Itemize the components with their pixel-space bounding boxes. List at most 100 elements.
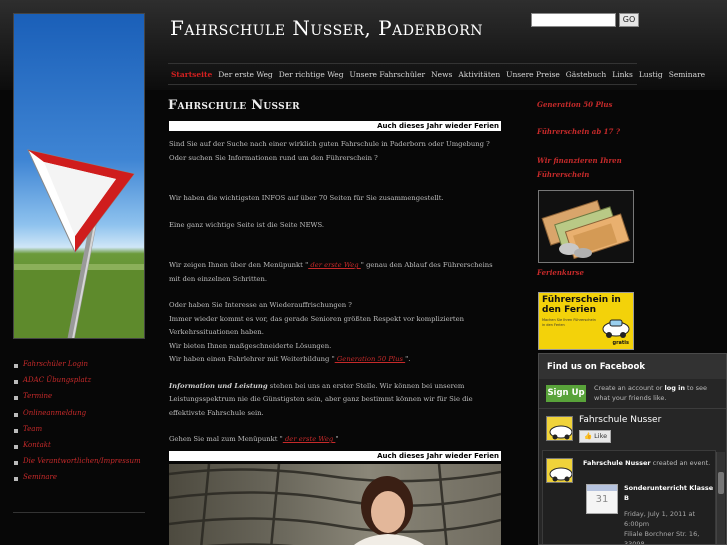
sidebar-item-label[interactable]: ADAC Übungsplatz (23, 376, 91, 384)
fuehrerschein-ab-17-link[interactable]: Führerschein ab 17 ? (537, 127, 620, 136)
bullet-icon (14, 396, 18, 401)
facebook-divider (539, 408, 726, 409)
intro-paragraph: Sind Sie auf der Suche nach einer wirkli… (169, 138, 506, 165)
nav-item-der-erste-weg[interactable]: Der erste Weg (215, 70, 275, 79)
bullet-icon (14, 428, 18, 433)
bullet-icon (14, 444, 18, 449)
main-content: Fahrschule Nusser Auch dieses Jahr wiede… (168, 98, 506, 545)
calendar-icon: 31 (586, 484, 618, 514)
nav-item-der-richtige-weg[interactable]: Der richtige Weg (276, 70, 347, 79)
nav-item-gaestebuch[interactable]: Gästebuch (563, 70, 609, 79)
sidebar-item-team[interactable]: Team (14, 425, 144, 441)
facebook-page-name[interactable]: Fahrschule Nusser (579, 415, 661, 425)
sidebar-item-label[interactable]: Kontakt (23, 441, 51, 449)
text-fragment: Wir bieten Ihnen maßgeschneiderte Lösung… (169, 341, 332, 350)
ticker-text: Auch dieses Jahr wieder Ferien (377, 451, 499, 460)
intro-line-2: Oder suchen Sie Informationen rund um de… (169, 153, 378, 162)
news-ticker[interactable]: Auch dieses Jahr wieder Ferien (169, 121, 501, 131)
sidebar-item-kontakt[interactable]: Kontakt (14, 441, 144, 457)
sidebar-item-fahrschueler-login[interactable]: Fahrschüler Login (14, 360, 144, 376)
instructor-photo (169, 463, 501, 545)
nav-item-startseite[interactable]: Startseite (168, 70, 215, 79)
calendar-day: 31 (595, 494, 609, 505)
sidebar-item-onlineanmeldung[interactable]: Onlineanmeldung (14, 409, 144, 425)
nav-item-links[interactable]: Links (609, 70, 636, 79)
photo-illustration (169, 463, 501, 545)
sidebar-item-termine[interactable]: Termine (14, 392, 144, 408)
facebook-like-button[interactable]: 👍 Like (579, 430, 611, 443)
sidebar-item-label[interactable]: Die Verantwortlichen/Impressum (23, 457, 141, 465)
thumbs-up-icon: 👍 (584, 432, 593, 440)
text-fragment: Create an account or (594, 384, 665, 392)
ad-subtitle: Machen Sie Ihren Führerschein in den Fer… (542, 318, 596, 327)
scrollbar-thumb[interactable] (718, 472, 724, 494)
sidebar-item-adac[interactable]: ADAC Übungsplatz (14, 376, 144, 392)
facebook-heading: Find us on Facebook (539, 354, 726, 379)
bullet-icon (14, 364, 18, 368)
bullet-icon (14, 412, 18, 417)
text-fragment: Wir haben einen Fahrlehrer mit Weiterbil… (169, 355, 335, 363)
text-fragment: Immer wieder kommt es vor, das gerade Se… (169, 314, 465, 337)
nav-item-seminare[interactable]: Seminare (666, 70, 708, 79)
generation-50-plus-sidelink[interactable]: Generation 50 Plus (537, 100, 612, 109)
search-button[interactable]: GO (619, 13, 639, 27)
sidebar-item-label[interactable]: Onlineanmeldung (23, 409, 86, 417)
post-author-link[interactable]: Fahrschule Nusser (583, 459, 651, 467)
text-fragment: " (335, 435, 339, 443)
event-date: Friday, July 1, 2011 at 6:00pm (624, 510, 695, 528)
ferienkurse-link[interactable]: Ferienkurse (537, 268, 584, 277)
facebook-note: Create an account or log in to see what … (594, 384, 724, 403)
nav-item-lustig[interactable]: Lustig (636, 70, 666, 79)
sidebar-item-label[interactable]: Fahrschüler Login (23, 360, 88, 368)
sidebar-divider (13, 512, 145, 513)
ferien-ad-banner[interactable]: Führerschein in den Ferien Machen Sie Ih… (538, 292, 634, 350)
facebook-page-thumbnail[interactable] (546, 416, 573, 441)
facebook-post-thumbnail[interactable] (546, 458, 573, 483)
text-fragment: ". (405, 355, 411, 363)
bullet-icon (14, 477, 18, 482)
yield-sign-icon (14, 149, 144, 338)
nav-item-news[interactable]: News (428, 70, 455, 79)
erste-weg-link-2[interactable]: der erste Weg (283, 435, 336, 443)
facebook-feed-scrollbar[interactable] (716, 452, 725, 544)
emphasis-text: Information und Leistung (169, 381, 268, 390)
site-title[interactable]: Fahrschule Nusser, Paderborn (170, 16, 483, 40)
facebook-widget: Find us on Facebook Sign Up Create an ac… (538, 353, 727, 545)
facebook-login-link[interactable]: log in (665, 384, 685, 392)
infos-paragraph: Wir haben die wichtigsten INFOS auf über… (169, 194, 444, 202)
like-label: Like (594, 432, 608, 440)
facebook-post-author: Fahrschule Nusser created an event. (583, 458, 715, 468)
text-fragment: Gehen Sie mal zum Menüpunkt " (169, 435, 283, 443)
facebook-event-meta: Friday, July 1, 2011 at 6:00pm Filiale B… (624, 509, 714, 545)
sidebar-item-label[interactable]: Seminare (23, 473, 57, 481)
nav-item-unsere-fahrschueler[interactable]: Unsere Fahrschüler (347, 70, 429, 79)
event-place: Filiale Borchner Str. 16, 33098 (624, 530, 700, 545)
yield-sign-image (13, 13, 145, 339)
sidebar-item-label[interactable]: Team (23, 425, 42, 433)
nav-item-aktivitaeten[interactable]: Aktivitäten (455, 70, 503, 79)
money-image[interactable] (538, 190, 634, 263)
text-fragment: Wir zeigen Ihnen über den Menüpunkt " (169, 261, 309, 269)
facebook-event-title[interactable]: Sonderunterricht Klasse B (624, 484, 714, 503)
leistung-paragraph: Information und Leistung stehen bei uns … (169, 380, 506, 421)
intro-line-1: Sind Sie auf der Suche nach einer wirkli… (169, 140, 490, 148)
banknotes-icon (539, 191, 633, 262)
search-input[interactable] (531, 13, 616, 27)
ad-badge: gratis (612, 340, 630, 346)
erste-weg-link[interactable]: der erste Weg (308, 261, 361, 269)
nav-item-unsere-preise[interactable]: Unsere Preise (503, 70, 563, 79)
bullet-icon (14, 461, 18, 466)
erste-weg-paragraph: Wir zeigen Ihnen über den Menüpunkt " de… (169, 259, 506, 286)
sidebar-item-seminare[interactable]: Seminare (14, 473, 144, 489)
main-nav: Startseite Der erste Weg Der richtige We… (168, 63, 705, 85)
sidebar-item-impressum[interactable]: Die Verantwortlichen/Impressum (14, 457, 144, 473)
sidebar-item-label[interactable]: Termine (23, 392, 52, 400)
news-paragraph: Eine ganz wichtige Seite ist die Seite N… (169, 220, 325, 229)
generation-50-plus-link[interactable]: Generation 50 Plus (335, 355, 405, 363)
facebook-signup-button[interactable]: Sign Up (546, 385, 586, 402)
menuepunkt-paragraph: Gehen Sie mal zum Menüpunkt " der erste … (169, 433, 506, 447)
text-fragment: Oder haben Sie Interesse an Wiederauffri… (169, 301, 352, 309)
ticker-text: Auch dieses Jahr wieder Ferien (377, 122, 499, 130)
news-ticker-2[interactable]: Auch dieses Jahr wieder Ferien (169, 450, 501, 461)
finanzierung-link[interactable]: Wir finanzieren Ihren Führerschein (537, 154, 647, 182)
